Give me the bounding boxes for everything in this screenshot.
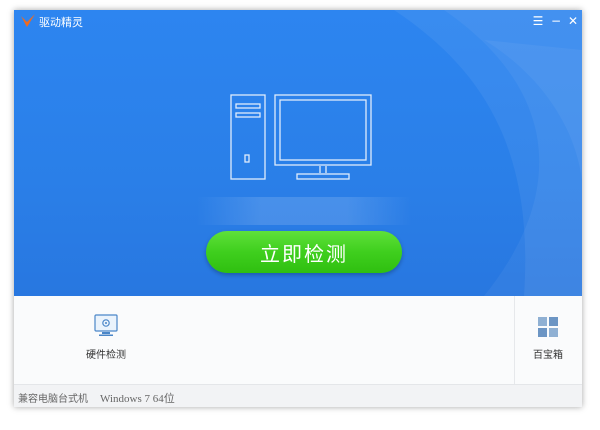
- scan-now-button[interactable]: 立即检测: [206, 231, 402, 273]
- panel-divider: [514, 296, 515, 384]
- toolbox-tool[interactable]: 百宝箱: [518, 314, 578, 374]
- hardware-check-label: 硬件检测: [86, 350, 126, 361]
- minimize-button[interactable]: −: [548, 13, 564, 29]
- scan-progress-strip: [196, 197, 412, 225]
- app-logo-icon: [21, 14, 35, 27]
- computer-model: 兼容电脑台式机: [18, 394, 88, 405]
- close-button[interactable]: ✕: [565, 13, 581, 29]
- computer-illustration: [230, 94, 372, 180]
- hardware-check-tool[interactable]: 硬件检测: [76, 314, 136, 374]
- status-bar: 兼容电脑台式机 Windows 7 64位: [14, 384, 582, 407]
- menu-icon[interactable]: ☰: [530, 13, 546, 29]
- tools-panel: 硬件检测 百宝箱: [14, 296, 582, 384]
- grid-icon: [538, 317, 558, 337]
- hero-panel: 驱动精灵 ☰ − ✕ 立即检测: [14, 10, 582, 296]
- title-bar: 驱动精灵 ☰ − ✕: [14, 10, 582, 34]
- os-version: Windows 7 64位: [100, 393, 175, 405]
- app-window: 驱动精灵 ☰ − ✕ 立即检测 硬件检测 百宝箱 兼容电脑台式机 Windows…: [14, 10, 582, 407]
- app-title: 驱动精灵: [39, 16, 83, 29]
- toolbox-label: 百宝箱: [533, 350, 563, 361]
- monitor-gear-icon: [94, 314, 118, 336]
